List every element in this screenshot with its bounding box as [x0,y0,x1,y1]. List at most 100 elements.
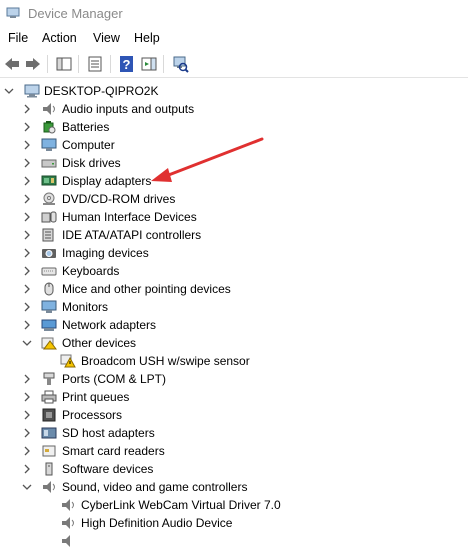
action-pane-icon[interactable] [140,55,158,73]
title-bar: Device Manager [0,0,468,28]
chevron-right-icon[interactable] [22,211,32,223]
keyboard-icon [41,267,57,276]
category-label: Display adapters [62,174,152,188]
tree-category[interactable]: Processors [0,406,468,424]
chevron-right-icon[interactable] [22,445,32,457]
tree-category[interactable]: Mice and other pointing devices [0,280,468,298]
chevron-right-icon[interactable] [22,301,32,313]
menu-help[interactable]: Help [134,31,160,45]
chevron-right-icon[interactable] [22,265,32,277]
speaker-icon [62,517,74,529]
chevron-right-icon[interactable] [22,175,32,187]
tree-category[interactable]: Ports (COM & LPT) [0,370,468,388]
category-label: Imaging devices [62,246,149,260]
category-label: Keyboards [62,264,120,278]
computer-icon [24,84,40,98]
category-label: Mice and other pointing devices [62,282,231,296]
tree-category[interactable]: Keyboards [0,262,468,280]
chevron-down-icon[interactable] [4,85,14,97]
category-label: DVD/CD-ROM drives [62,192,176,206]
menu-bar: File Action View Help [0,28,468,50]
chevron-right-icon[interactable] [22,121,32,133]
chevron-down-icon[interactable] [22,337,32,349]
speaker-icon [62,499,74,511]
software-device-icon [45,462,53,476]
tree-device[interactable]: Broadcom USH w/swipe sensor [0,352,468,370]
mouse-icon [44,282,54,296]
chevron-right-icon[interactable] [22,139,32,151]
properties-icon[interactable] [86,55,104,73]
disk-drive-icon [41,159,57,168]
tree-category[interactable]: Software devices [0,460,468,478]
monitor-icon [41,138,57,151]
port-icon [43,372,55,385]
chevron-right-icon[interactable] [22,373,32,385]
smart-card-reader-icon [42,445,56,457]
monitor-icon [41,300,57,313]
tree-category[interactable]: Other devices [0,334,468,352]
tree-category[interactable]: IDE ATA/ATAPI controllers [0,226,468,244]
show-hide-console-tree-icon[interactable] [55,55,73,73]
chevron-down-icon[interactable] [22,481,32,493]
chevron-right-icon[interactable] [22,391,32,403]
toolbar-separator [78,55,79,73]
category-label: Sound, video and game controllers [62,480,248,494]
chevron-right-icon[interactable] [22,157,32,169]
back-icon[interactable] [3,55,21,73]
sd-host-adapter-icon [41,427,57,439]
chevron-right-icon[interactable] [22,319,32,331]
tree-device-partial[interactable] [0,532,468,550]
tree-category[interactable]: Audio inputs and outputs [0,100,468,118]
chevron-right-icon[interactable] [22,229,32,241]
network-adapter-icon [41,319,57,331]
chevron-right-icon[interactable] [22,409,32,421]
speaker-icon [43,103,55,115]
svg-text:?: ? [123,57,131,72]
menu-view[interactable]: View [93,31,120,45]
tree-category[interactable]: Sound, video and game controllers [0,478,468,496]
tree-category[interactable]: DVD/CD-ROM drives [0,190,468,208]
tree-category[interactable]: Batteries [0,118,468,136]
tree-root[interactable]: DESKTOP-QIPRO2K [0,82,468,100]
tree-category[interactable]: Human Interface Devices [0,208,468,226]
ide-controller-icon [42,228,54,242]
chevron-right-icon[interactable] [22,283,32,295]
device-label: Broadcom USH w/swipe sensor [81,354,250,368]
tree-category[interactable]: Display adapters [0,172,468,190]
processor-icon [42,408,56,422]
device-label: CyberLink WebCam Virtual Driver 7.0 [81,498,281,512]
chevron-right-icon[interactable] [22,463,32,475]
tree-category[interactable]: Monitors [0,298,468,316]
tree-category[interactable]: Disk drives [0,154,468,172]
display-adapter-icon [41,175,57,186]
menu-file[interactable]: File [8,31,28,45]
chevron-right-icon[interactable] [22,247,32,259]
help-icon[interactable]: ? [118,55,136,73]
tree-category[interactable]: Smart card readers [0,442,468,460]
category-label: IDE ATA/ATAPI controllers [62,228,202,242]
chevron-right-icon[interactable] [22,103,32,115]
tree-device[interactable]: CyberLink WebCam Virtual Driver 7.0 [0,496,468,514]
category-label: Monitors [62,300,109,314]
category-label: SD host adapters [62,426,155,440]
scan-hardware-icon[interactable] [171,55,189,73]
tree-device[interactable]: High Definition Audio Device [0,514,468,532]
tree-category[interactable]: Computer [0,136,468,154]
device-label: High Definition Audio Device [81,516,233,530]
tree-category[interactable]: Print queues [0,388,468,406]
category-label: Computer [62,138,115,152]
tree-category[interactable]: Imaging devices [0,244,468,262]
category-label: Software devices [62,462,154,476]
chevron-right-icon[interactable] [22,193,32,205]
category-label: Processors [62,408,123,422]
chevron-right-icon[interactable] [22,427,32,439]
category-label: Other devices [62,336,137,350]
forward-icon[interactable] [24,55,42,73]
category-label: Smart card readers [62,444,165,458]
category-label: Audio inputs and outputs [62,102,195,116]
tree-category[interactable]: Network adapters [0,316,468,334]
menu-action[interactable]: Action [42,31,77,45]
toolbar-separator [163,55,164,73]
category-label: Batteries [62,120,110,134]
tree-category[interactable]: SD host adapters [0,424,468,442]
